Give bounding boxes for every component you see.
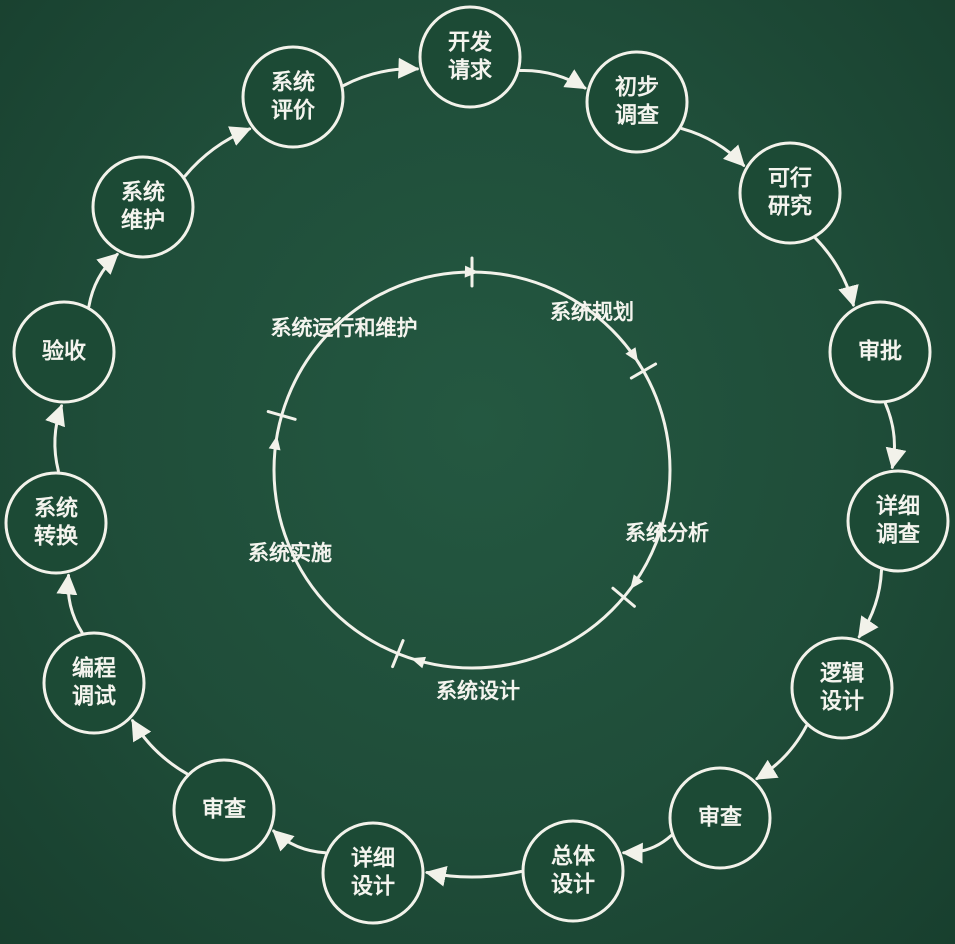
node-detailed-survey: 详细调查	[846, 469, 950, 573]
node-circle	[521, 819, 625, 923]
node-label: 评价	[271, 99, 316, 124]
node-circle	[790, 636, 894, 740]
node-review-1: 审查	[668, 766, 772, 870]
node-logical-design: 逻辑设计	[790, 636, 894, 740]
node-detailed-design: 详细设计	[321, 821, 425, 925]
node-label: 总体	[551, 844, 596, 870]
outer-cycle-arrow	[131, 718, 189, 776]
outer-cycle-arrow	[424, 865, 523, 887]
node-system-evaluation: 系统评价	[241, 45, 345, 149]
outer-cycle-nodes: 开发请求初步调查可行研究审批详细调查逻辑设计审查总体设计详细设计审查编程调试系统…	[4, 5, 950, 925]
node-label: 开发	[448, 30, 493, 56]
phase-label-system-planning: 系统规划	[550, 300, 634, 324]
node-circle	[42, 631, 146, 735]
outer-cycle-arrow	[272, 829, 327, 855]
node-approval: 审批	[828, 300, 932, 404]
outer-cycle-arrow	[680, 127, 746, 167]
outer-cycle-arrow	[56, 573, 84, 634]
outer-cycle-arrow	[183, 126, 252, 178]
outer-cycle-arrow	[755, 724, 808, 781]
node-label: 调查	[876, 523, 920, 548]
node-preliminary-survey: 初步调查	[585, 50, 689, 154]
node-feasibility-study: 可行研究	[738, 141, 842, 245]
node-label: 验收	[42, 339, 86, 365]
node-circle	[846, 469, 950, 573]
node-label: 系统	[271, 70, 315, 96]
node-label: 转换	[34, 524, 79, 550]
outer-cycle-arrow	[857, 568, 883, 639]
chalkboard: 开发 请求 初步 调查 可行 研究 审批 详细 调查 逻辑 设计 审查 总体 设计 详细 设计 审查 编程 调试 系统…	[0, 0, 955, 944]
node-label: 审查	[202, 797, 246, 823]
outer-cycle-arrow	[87, 252, 119, 308]
outer-cycle-arrow	[621, 834, 673, 864]
phase-label-system-design: 系统设计	[436, 679, 520, 703]
node-circle	[4, 471, 108, 575]
node-label: 研究	[768, 194, 812, 220]
node-label: 详细	[351, 846, 395, 872]
node-label: 初步	[615, 75, 659, 101]
node-label: 设计	[351, 875, 395, 900]
node-label: 审查	[698, 805, 742, 831]
node-coding-debugging: 编程调试	[42, 631, 146, 735]
node-label: 调试	[72, 685, 116, 710]
node-system-conversion: 系统转换	[4, 471, 108, 575]
outer-cycle-arrow	[45, 403, 65, 473]
node-label: 请求	[448, 58, 492, 84]
outer-cycle-arrow	[814, 236, 859, 308]
node-label: 审批	[858, 339, 902, 365]
inner-cycle: 系统规划系统分析系统设计 系统实施 系统运行和维护	[248, 256, 709, 703]
node-circle	[418, 5, 522, 109]
node-circle	[585, 50, 689, 154]
phase-label-system-operation-maintenance: 系统运行和维护	[271, 316, 418, 340]
node-circle	[738, 141, 842, 245]
node-label: 可行	[768, 166, 812, 192]
phase-label-system-analysis: 系统分析	[625, 521, 709, 545]
node-label: 详细	[876, 494, 920, 520]
node-review-2: 审查	[172, 758, 276, 862]
node-dev-request: 开发请求	[418, 5, 522, 109]
inner-cycle-arrowhead	[268, 435, 281, 451]
phase-boundary-tick	[629, 362, 658, 380]
node-circle	[241, 45, 345, 149]
outer-cycle-arrow	[518, 68, 587, 90]
node-circle	[321, 821, 425, 925]
node-label: 系统	[34, 496, 78, 522]
node-label: 编程	[72, 656, 116, 682]
node-circle	[91, 155, 195, 259]
node-label: 维护	[121, 208, 165, 234]
inner-cycle-arrowhead	[410, 656, 426, 669]
outer-cycle-arrow	[884, 402, 907, 470]
node-label: 设计	[820, 690, 864, 715]
phase-label-system-implementation: 系统实施	[248, 541, 332, 565]
outer-cycle-arrow	[342, 57, 420, 87]
node-label: 设计	[551, 873, 595, 898]
inner-cycle-arrowhead	[630, 574, 644, 590]
node-label: 调查	[615, 104, 659, 129]
system-life-cycle-diagram: 开发请求初步调查可行研究审批详细调查逻辑设计审查总体设计详细设计审查编程调试系统…	[4, 5, 950, 925]
node-acceptance: 验收	[12, 300, 116, 404]
node-overall-design: 总体设计	[521, 819, 625, 923]
node-label: 系统	[121, 180, 165, 206]
node-label: 逻辑	[820, 661, 864, 687]
node-system-maintenance: 系统维护	[91, 155, 195, 259]
